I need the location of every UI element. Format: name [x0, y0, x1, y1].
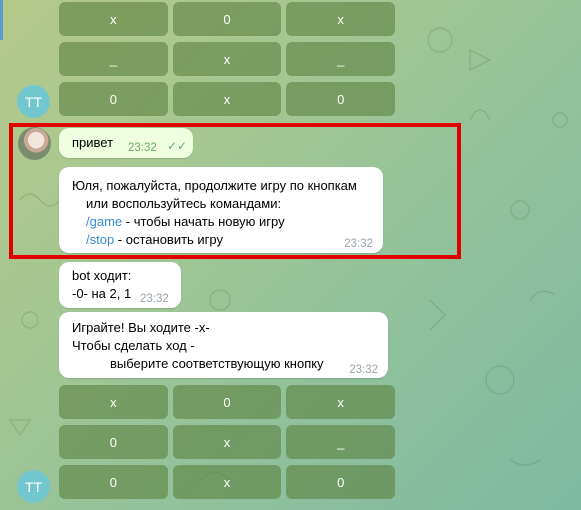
stop-command-link[interactable]: /stop	[86, 232, 114, 247]
window-edge	[0, 0, 3, 40]
bot-turn-bubble[interactable]: Играйте! Вы ходите -x- Чтобы сделать ход…	[59, 312, 388, 378]
top-inline-keyboard: x 0 x _ x _ 0 x 0	[59, 2, 396, 122]
bot-avatar[interactable]: TT	[17, 85, 50, 118]
bot-turn-time: 23:32	[349, 364, 378, 376]
keyboard-cell-button[interactable]: x	[172, 465, 282, 499]
keyboard-row: _ x _	[59, 42, 396, 76]
bot-move-line-1: bot ходит:	[72, 268, 132, 283]
read-receipt-icon: ✓✓	[167, 139, 188, 153]
user-avatar[interactable]	[18, 127, 51, 160]
keyboard-row: 0x0	[59, 82, 396, 116]
bot-turn-line-1: Играйте! Вы ходите -x-	[72, 320, 210, 335]
bot-avatar-initials: TT	[24, 478, 43, 495]
keyboard-cell-button[interactable]: _	[286, 42, 396, 76]
keyboard-row: 0 x _	[59, 425, 396, 459]
stop-command-line: /stop - остановить игру	[86, 231, 223, 249]
bot-avatar[interactable]: TT	[17, 470, 50, 503]
keyboard-cell-button[interactable]: _	[286, 425, 396, 459]
keyboard-cell-button[interactable]: 0	[172, 385, 282, 419]
keyboard-cell-button[interactable]: x	[172, 425, 282, 459]
keyboard-row: x0x	[59, 385, 396, 419]
stop-command-description: - остановить игру	[114, 232, 224, 247]
keyboard-cell-button[interactable]: 0	[59, 82, 168, 116]
keyboard-cell-button[interactable]: 0	[172, 2, 282, 36]
keyboard-cell-button[interactable]: x	[59, 2, 168, 36]
bot-turn-line-2: Чтобы сделать ход -	[72, 338, 195, 353]
keyboard-cell-button[interactable]: x	[286, 2, 396, 36]
keyboard-cell-button[interactable]: _	[59, 42, 168, 76]
bot-move-line-2: -0- на 2, 1	[72, 286, 132, 301]
keyboard-cell-button[interactable]: 0	[59, 465, 168, 499]
bot-avatar-initials: TT	[24, 93, 43, 110]
keyboard-cell-button[interactable]: x	[286, 385, 396, 419]
bot-command-prompt-bubble[interactable]: Юля, пожалуйста, продолжите игру по кноп…	[59, 167, 383, 253]
keyboard-cell-button[interactable]: x	[59, 385, 168, 419]
game-command-description: - чтобы начать новую игру	[122, 214, 285, 229]
user-message-bubble[interactable]: привет 23:32 ✓✓	[59, 128, 193, 158]
bot-move-bubble[interactable]: bot ходит: -0- на 2, 1 23:32	[59, 262, 181, 308]
keyboard-cell-button[interactable]: x	[172, 82, 282, 116]
bottom-inline-keyboard: x 0 x 0 x _ 0 x 0	[59, 385, 396, 505]
keyboard-cell-button[interactable]: 0	[286, 465, 396, 499]
bot-move-time: 23:32	[140, 293, 169, 305]
bot-turn-line-3: выберите соответствующую кнопку	[110, 356, 324, 371]
prompt-line-1: Юля, пожалуйста, продолжите игру по кноп…	[72, 178, 357, 193]
prompt-line-2: или воспользуйтесь командами:	[86, 196, 282, 211]
game-command-link[interactable]: /game	[86, 214, 122, 229]
keyboard-cell-button[interactable]: 0	[286, 82, 396, 116]
keyboard-row: 0x0	[59, 465, 396, 499]
keyboard-cell-button[interactable]: 0	[59, 425, 168, 459]
keyboard-cell-button[interactable]: x	[172, 42, 282, 76]
keyboard-row: x0x	[59, 2, 396, 36]
user-message-time: 23:32	[128, 142, 157, 154]
user-message-text: привет	[72, 135, 114, 150]
prompt-time: 23:32	[344, 238, 373, 250]
game-command-line: /game - чтобы начать новую игру	[86, 213, 285, 231]
